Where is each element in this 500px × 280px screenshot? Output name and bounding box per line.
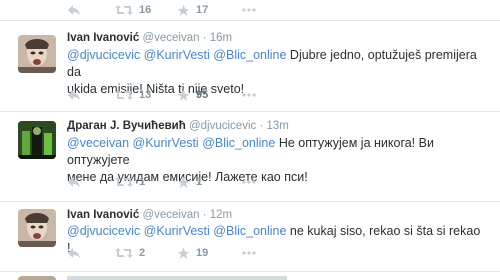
mention-link[interactable]: @Blic_online <box>202 136 275 150</box>
retweet-count: 2 <box>139 247 146 259</box>
display-name[interactable]: Ivan Ivanović <box>67 209 139 221</box>
reply-button[interactable] <box>67 87 81 103</box>
mention-link[interactable]: @Blic_online <box>213 48 286 62</box>
tweet-header: Ivan Ivanović @veceivan · 16m <box>67 32 232 44</box>
retweet-button[interactable]: 2 <box>115 245 145 261</box>
mention-link[interactable]: @KurirVesti <box>133 136 199 150</box>
avatar[interactable] <box>18 121 56 159</box>
timestamp[interactable]: 12m <box>210 209 232 221</box>
retweet-count: 1 <box>139 176 146 188</box>
star-icon <box>177 89 190 101</box>
favorite-button[interactable]: 17 <box>177 2 208 18</box>
reply-icon <box>68 177 80 187</box>
more-button[interactable] <box>242 245 256 261</box>
retweet-button[interactable]: 1 <box>115 174 145 190</box>
tweet[interactable]: Ivan Ivanović @veceivan · 12m @djvucicev… <box>0 201 500 271</box>
reply-icon <box>68 5 80 15</box>
more-dots-icon <box>242 93 256 97</box>
favorite-count: 95 <box>196 89 209 101</box>
tweet-header: Ivan Ivanović @veceivan · 12m <box>67 209 232 221</box>
tweet-timeline: 16 17 Ivan Ivanović @veceivan · 16m @djv… <box>0 0 500 280</box>
more-button[interactable] <box>242 2 256 18</box>
mention-link[interactable]: @veceivan <box>67 136 129 150</box>
avatar-image <box>18 209 56 247</box>
favorite-button[interactable]: 95 <box>177 87 208 103</box>
separator <box>0 271 500 272</box>
separator-dot: · <box>202 209 210 221</box>
favorite-count: 1 <box>196 176 203 188</box>
retweet-icon <box>115 5 133 15</box>
more-dots-icon <box>242 251 256 255</box>
reply-button[interactable] <box>67 2 81 18</box>
tweet-header: Драган Ј. Вучићевић @djvucicevic · 13m <box>67 120 289 132</box>
star-icon <box>177 247 190 259</box>
more-dots-icon <box>242 180 256 184</box>
timestamp[interactable]: 16m <box>210 32 232 44</box>
username[interactable]: @veceivan <box>142 32 199 44</box>
star-icon <box>177 176 190 188</box>
more-dots-icon <box>242 8 256 12</box>
retweet-count: 16 <box>139 4 152 16</box>
retweet-icon <box>115 90 133 100</box>
tweet[interactable]: Драган Ј. Вучићевић @djvucicevic · 13m @… <box>0 111 500 201</box>
username[interactable]: @veceivan <box>142 209 199 221</box>
retweet-icon <box>115 248 133 258</box>
favorite-count: 19 <box>196 247 209 259</box>
retweet-icon <box>115 177 133 187</box>
avatar-image <box>18 35 56 73</box>
favorite-count: 17 <box>196 4 209 16</box>
reply-icon <box>68 248 80 258</box>
mention-link[interactable]: @KurirVesti <box>144 224 210 238</box>
next-tweet-header <box>67 276 287 280</box>
more-button[interactable] <box>242 87 256 103</box>
tweet[interactable]: Ivan Ivanović @veceivan · 16m @djvucicev… <box>0 20 500 111</box>
display-name[interactable]: Драган Ј. Вучићевић <box>67 120 186 132</box>
star-icon <box>177 4 190 16</box>
mention-link[interactable]: @Blic_online <box>213 224 286 238</box>
tweet-text-line2: ukida emisije! Ništa ti nije sveto! <box>67 82 245 96</box>
timestamp[interactable]: 13m <box>266 120 288 132</box>
separator-dot: · <box>202 32 210 44</box>
avatar[interactable] <box>18 209 56 247</box>
mention-link[interactable]: @KurirVesti <box>144 48 210 62</box>
more-button[interactable] <box>242 174 256 190</box>
mention-link[interactable]: @djvucicevic <box>67 48 140 62</box>
avatar[interactable] <box>18 276 56 280</box>
reply-button[interactable] <box>67 245 81 261</box>
retweet-button[interactable]: 16 <box>115 2 151 18</box>
favorite-button[interactable]: 1 <box>177 174 202 190</box>
reply-button[interactable] <box>67 174 81 190</box>
favorite-button[interactable]: 19 <box>177 245 208 261</box>
username[interactable]: @djvucicevic <box>189 120 256 132</box>
mention-link[interactable]: @djvucicevic <box>67 224 140 238</box>
retweet-count: 13 <box>139 89 152 101</box>
reply-icon <box>68 90 80 100</box>
retweet-button[interactable]: 13 <box>115 87 151 103</box>
avatar-image <box>18 121 56 159</box>
avatar[interactable] <box>18 35 56 73</box>
display-name[interactable]: Ivan Ivanović <box>67 32 139 44</box>
